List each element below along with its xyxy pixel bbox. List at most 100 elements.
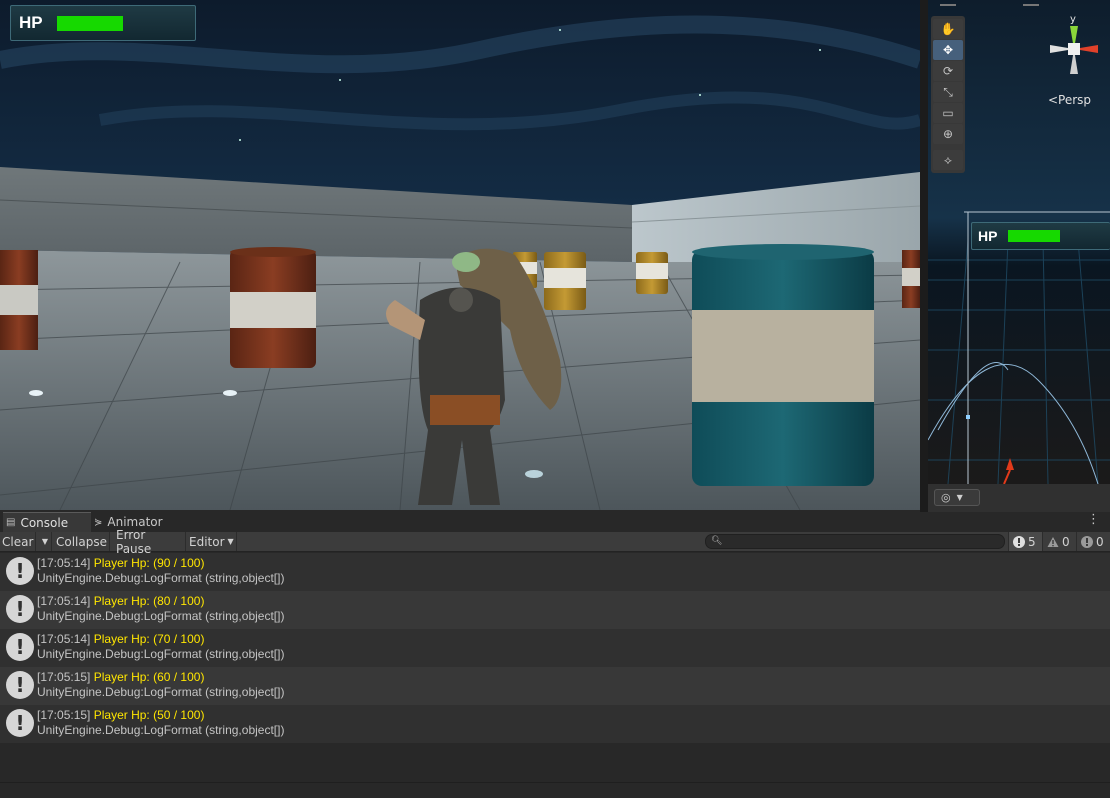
error-count: 0 <box>1096 534 1104 549</box>
gizmo-center[interactable] <box>1068 43 1080 55</box>
animator-icon: ⋟ <box>94 516 103 528</box>
log-entry[interactable]: ! [17:05:14] Player Hp: (90 / 100) Unity… <box>0 553 1110 591</box>
log-timestamp: [17:05:14] <box>37 556 91 570</box>
transform-icon: ⊕ <box>942 127 954 141</box>
console-detail-pane <box>0 782 1110 798</box>
log-message: Player Hp: (50 / 100) <box>93 708 205 722</box>
rotate-tool-button[interactable]: ⟳ <box>933 61 963 81</box>
tab-console-label: Console <box>20 515 69 530</box>
scale-icon: ⤡ <box>943 84 953 99</box>
log-timestamp: [17:05:14] <box>37 594 91 608</box>
orientation-gizmo[interactable]: y <box>1040 12 1110 82</box>
log-stack-trace: UnityEngine.Debug:LogFormat (string,obje… <box>37 609 285 623</box>
chevron-down-icon: ▼ <box>41 537 49 546</box>
scene-hp-label: HP <box>978 228 998 244</box>
move-icon: ✥ <box>942 43 954 57</box>
clear-button[interactable]: Clear <box>0 532 36 551</box>
console-log-list: ! [17:05:14] Player Hp: (90 / 100) Unity… <box>0 553 1110 743</box>
info-icon: ! <box>6 633 34 661</box>
log-stack-trace: UnityEngine.Debug:LogFormat (string,obje… <box>37 647 285 661</box>
clear-label: Clear <box>2 534 34 549</box>
error-pause-toggle[interactable]: Error Pause <box>114 528 186 556</box>
game-scene-render <box>0 0 920 510</box>
barrel-yellow-1 <box>544 252 586 310</box>
rotate-icon: ⟳ <box>942 64 954 78</box>
info-icon: ! <box>6 595 34 623</box>
error-pause-label: Error Pause <box>116 527 152 556</box>
warning-count: 0 <box>1062 534 1070 549</box>
log-entry[interactable]: ! [17:05:15] Player Hp: (60 / 100) Unity… <box>0 667 1110 705</box>
editor-label: Editor <box>189 534 225 549</box>
clear-options-dropdown[interactable]: ▼ <box>36 532 52 551</box>
custom-tool-button[interactable]: ⟡ <box>933 150 963 170</box>
log-entry[interactable]: ! [17:05:15] Player Hp: (50 / 100) Unity… <box>0 705 1110 743</box>
collapse-label: Collapse <box>56 534 107 549</box>
log-timestamp: [17:05:15] <box>37 708 91 722</box>
hand-icon: ✋ <box>940 22 956 36</box>
scale-tool-button[interactable]: ⤡ <box>933 82 963 102</box>
search-icon: 🔍︎ <box>711 536 723 546</box>
error-icon <box>1081 535 1093 548</box>
log-stack-trace: UnityEngine.Debug:LogFormat (string,obje… <box>37 685 285 699</box>
scene-toolbar-drag-handle[interactable] <box>940 4 956 6</box>
console-toolbar: Clear ▼ Collapse Error Pause Editor ▼ 🔍︎ … <box>0 528 1110 556</box>
scene-hp-bar-fill <box>1008 230 1060 242</box>
transform-tool-button[interactable]: ⊕ <box>933 124 963 144</box>
warning-icon <box>1047 536 1059 548</box>
log-entry[interactable]: ! [17:05:14] Player Hp: (70 / 100) Unity… <box>0 629 1110 667</box>
scene-hp-panel: HP <box>971 222 1110 250</box>
unity-editor-window: HP ✋ ✥ ⟳ ⤡ ▭ ⊕ ⟡ y <Persp HP ◎ ▼ ▤ Conso… <box>0 0 1110 798</box>
info-icon: ! <box>6 557 34 585</box>
barrel-red <box>230 247 316 368</box>
barrel-right-edge <box>902 250 920 308</box>
move-tool-button[interactable]: ✥ <box>933 40 963 60</box>
scene-hp-bar <box>1008 230 1060 242</box>
info-icon <box>1013 535 1025 548</box>
console-icon: ▤ <box>6 517 16 528</box>
info-icon: ! <box>6 709 34 737</box>
log-message: Player Hp: (80 / 100) <box>93 594 205 608</box>
scene-tool-strip: ✋ ✥ ⟳ ⤡ ▭ ⊕ ⟡ <box>931 16 965 173</box>
more-options-icon[interactable]: ⋮ <box>1087 513 1100 526</box>
log-stack-trace: UnityEngine.Debug:LogFormat (string,obje… <box>37 723 285 737</box>
collapse-toggle[interactable]: Collapse <box>54 532 110 551</box>
view-splitter[interactable] <box>920 0 928 512</box>
barrel-teal <box>692 244 874 486</box>
scene-overlay-drag-handle[interactable] <box>1023 4 1039 6</box>
log-count-toggle[interactable]: 5 <box>1008 532 1042 551</box>
error-count-toggle[interactable]: 0 <box>1076 532 1110 551</box>
barrel-left-edge <box>0 250 38 350</box>
warning-count-toggle[interactable]: 0 <box>1042 532 1076 551</box>
log-entry[interactable]: ! [17:05:14] Player Hp: (80 / 100) Unity… <box>0 591 1110 629</box>
log-stack-trace: UnityEngine.Debug:LogFormat (string,obje… <box>37 571 285 585</box>
log-timestamp: [17:05:15] <box>37 670 91 684</box>
log-message: Player Hp: (60 / 100) <box>93 670 205 684</box>
gizmo-y-label: y <box>1070 14 1076 25</box>
console-window: ▤ Console ⋟ Animator ⋮ Clear ▼ Collapse … <box>0 512 1110 798</box>
custom-tool-icon: ⟡ <box>944 152 952 167</box>
log-message: Player Hp: (90 / 100) <box>93 556 205 570</box>
hand-tool-button[interactable]: ✋ <box>933 19 963 39</box>
chevron-down-icon: ▼ <box>227 537 234 546</box>
game-view[interactable]: HP <box>0 0 920 510</box>
tool-separator <box>931 145 965 149</box>
info-icon: ! <box>6 671 34 699</box>
barrel-yellow-2 <box>636 252 668 294</box>
log-count: 5 <box>1028 534 1036 549</box>
log-timestamp: [17:05:14] <box>37 632 91 646</box>
rect-tool-button[interactable]: ▭ <box>933 103 963 123</box>
rect-icon: ▭ <box>942 106 954 120</box>
chevron-down-icon: ▼ <box>956 493 963 502</box>
game-hp-panel: HP <box>10 5 196 41</box>
tab-console[interactable]: ▤ Console <box>3 512 91 532</box>
game-hp-label: HP <box>19 13 43 32</box>
console-search-input[interactable]: 🔍︎ <box>705 534 1005 549</box>
scene-camera-dropdown[interactable]: ◎ ▼ <box>934 489 980 506</box>
scene-view[interactable]: ✋ ✥ ⟳ ⤡ ▭ ⊕ ⟡ y <Persp HP <box>928 0 1110 484</box>
editor-dropdown[interactable]: Editor ▼ <box>187 532 237 551</box>
projection-toggle[interactable]: <Persp <box>1048 93 1091 107</box>
scene-bottom-bar: ◎ ▼ <box>928 484 1110 512</box>
compass-icon: ◎ <box>941 491 951 504</box>
game-hp-bar-fill <box>57 15 123 31</box>
log-message: Player Hp: (70 / 100) <box>93 632 205 646</box>
